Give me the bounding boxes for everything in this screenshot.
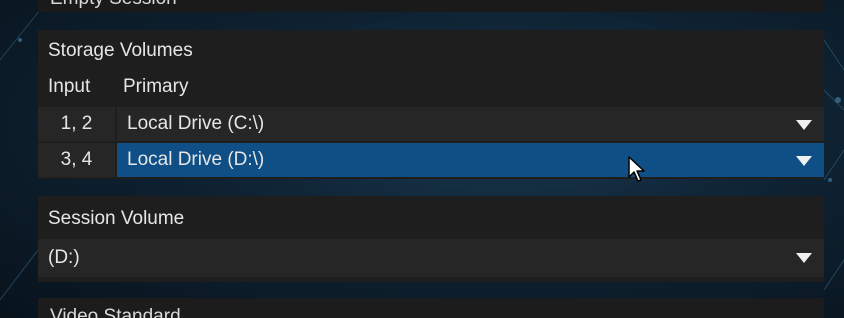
mouse-pointer-icon — [628, 156, 645, 182]
video-standard-label: Video Standard — [50, 306, 181, 318]
empty-session-label: Empty Session — [50, 0, 177, 10]
primary-volume-select[interactable]: Local Drive (C:\) — [117, 107, 824, 141]
chevron-down-icon[interactable] — [796, 156, 812, 166]
video-standard-panel: Video Standard — [38, 298, 824, 318]
storage-row: 3, 4 Local Drive (D:\) — [38, 143, 824, 177]
session-volume-select[interactable]: (D:) — [38, 239, 824, 277]
session-volume-value: (D:) — [48, 247, 80, 268]
storage-volumes-title: Storage Volumes — [48, 40, 193, 61]
primary-volume-select[interactable]: Local Drive (D:\) — [117, 143, 824, 177]
chevron-down-icon[interactable] — [796, 120, 812, 130]
storage-row-input: 1, 2 — [38, 107, 115, 141]
session-volume-panel: Session Volume (D:) — [38, 196, 824, 282]
stage: Empty Session Storage Volumes Input Prim… — [0, 0, 844, 318]
storage-row: 1, 2 Local Drive (C:\) — [38, 107, 824, 141]
chevron-down-icon[interactable] — [796, 253, 812, 263]
storage-volumes-panel: Storage Volumes Input Primary 1, 2 Local… — [38, 30, 824, 179]
session-volume-title: Session Volume — [48, 208, 185, 229]
primary-volume-value: Local Drive (D:\) — [127, 149, 265, 170]
empty-session-panel: Empty Session — [38, 0, 824, 12]
column-header-input: Input — [48, 76, 91, 97]
primary-volume-value: Local Drive (C:\) — [127, 113, 265, 134]
storage-row-input: 3, 4 — [38, 143, 115, 177]
column-header-primary: Primary — [123, 76, 189, 97]
